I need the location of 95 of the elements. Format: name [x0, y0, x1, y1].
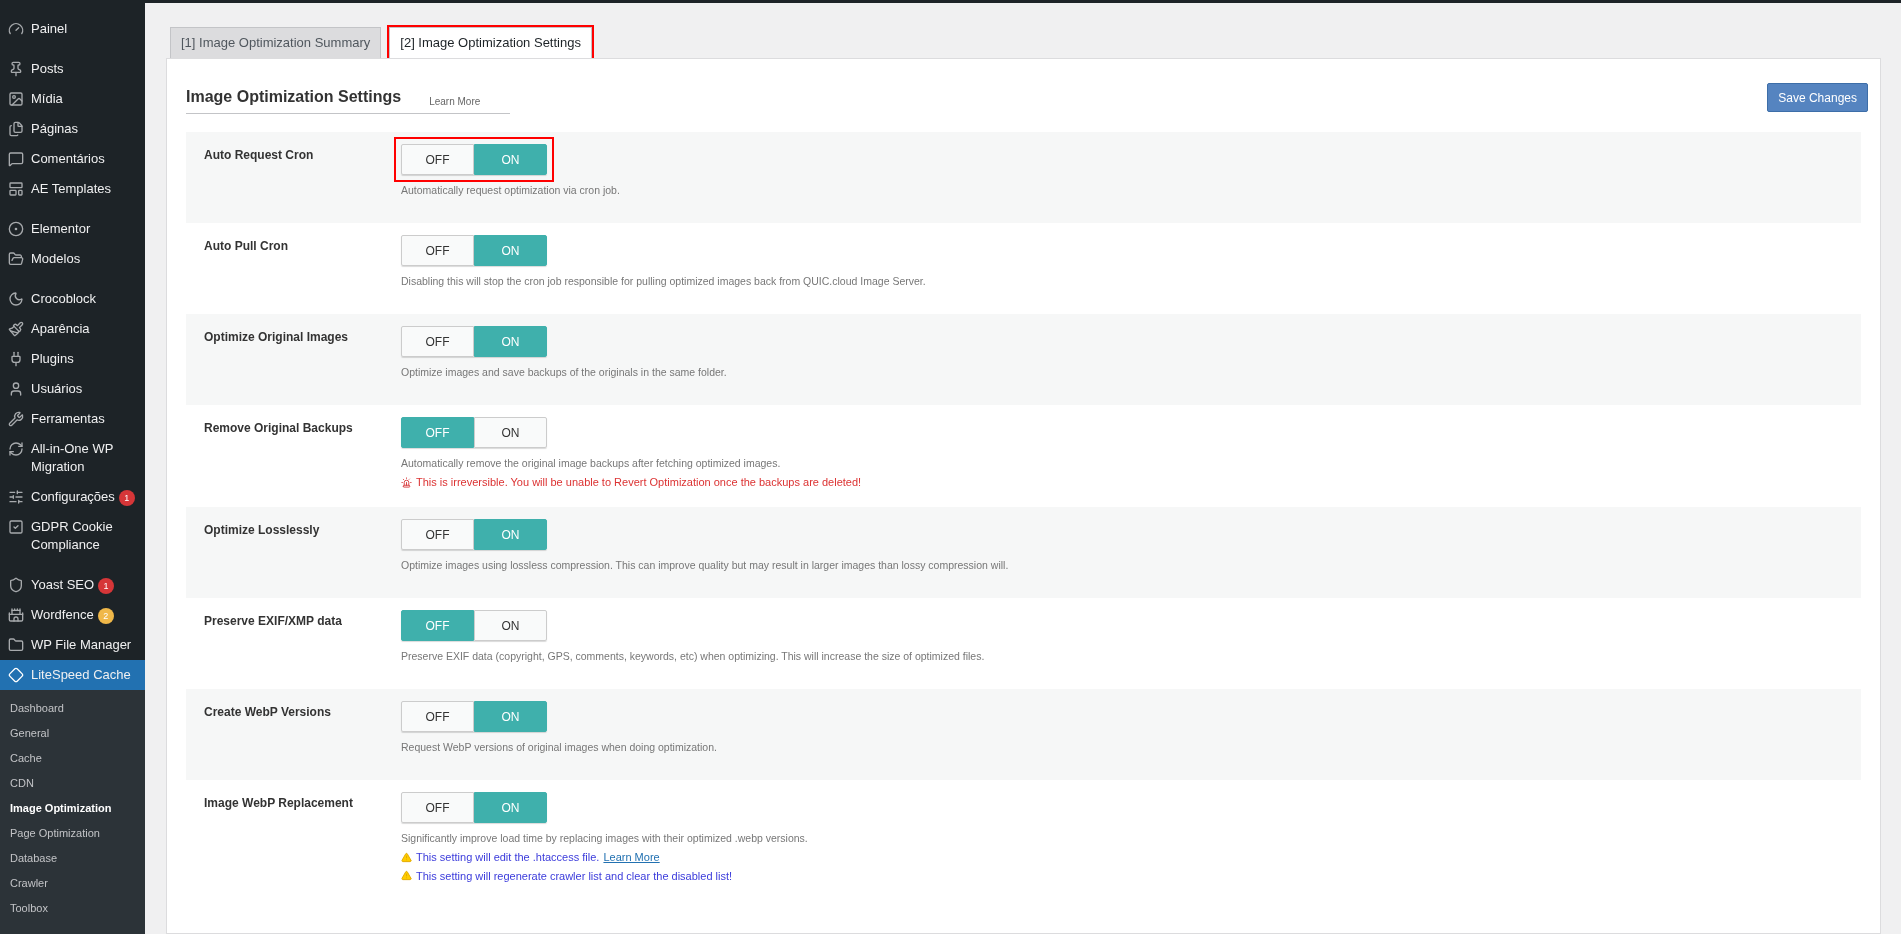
on-option[interactable]: ON — [474, 610, 547, 642]
notification-badge: 1 — [118, 489, 135, 506]
on-off-toggle[interactable]: OFF ON — [401, 235, 547, 266]
sidebar-menu-item[interactable]: Configurações 1 — [0, 482, 145, 512]
learn-more-link[interactable]: Learn More — [603, 849, 660, 866]
diamond-icon — [8, 667, 24, 683]
off-option[interactable]: OFF — [401, 792, 474, 824]
pages-icon — [8, 121, 24, 137]
user-icon — [8, 381, 24, 397]
warning-note: This setting will regenerate crawler list and clear the disabled list! — [416, 868, 733, 884]
setting-description: Request WebP versions of original images when doing optimization. — [401, 740, 717, 756]
on-off-toggle[interactable]: OFF ON — [401, 417, 547, 448]
setting-description: Preserve EXIF data (copyright, GPS, comments, keywords, etc) when optimizing. This will increase the size of optimized files. — [401, 649, 985, 665]
pin-icon — [8, 61, 24, 77]
on-off-toggle[interactable]: OFF ON — [401, 701, 547, 733]
crescent-icon — [8, 291, 24, 307]
sidebar-menu-item[interactable]: Crocoblock — [0, 284, 145, 314]
sidebar-menu-item[interactable]: Painel — [0, 14, 145, 44]
sidebar-submenu-item[interactable]: Crawler — [0, 871, 145, 896]
notification-badge: 1 — [98, 577, 115, 594]
sidebar-submenu-item[interactable]: General — [0, 721, 145, 746]
sidebar-submenu-item[interactable]: Dashboard — [0, 696, 145, 721]
tab[interactable]: [1] Image Optimization Summary — [170, 27, 382, 58]
on-off-toggle[interactable]: OFF ON — [401, 326, 547, 357]
setting-description: Significantly improve load time by replacing images with their optimized .webp versions. — [401, 831, 808, 847]
sidebar-submenu-item[interactable]: Cache — [0, 746, 145, 771]
siren-icon — [401, 476, 412, 488]
setting-description: Optimize images using lossless compression. This can improve quality but may result in larger images than lossy compression will. — [401, 558, 1009, 574]
on-off-toggle[interactable]: OFF ON — [401, 519, 547, 551]
media-icon — [8, 91, 24, 107]
setting-description: Automatically remove the original image backups after fetching optimized images. — [401, 456, 782, 471]
sidebar-menu-item[interactable]: Páginas — [0, 114, 145, 144]
setting-label: Image WebP Replacement — [203, 795, 354, 813]
sidebar-menu-item[interactable]: AE Templates — [0, 174, 145, 204]
folder-icon — [8, 637, 24, 653]
dashboard-icon — [8, 21, 24, 37]
setting-description: Automatically request optimization via cron job. — [401, 183, 620, 198]
learn-more-link[interactable]: Learn More — [429, 94, 481, 109]
sidebar-submenu-item[interactable]: Image Optimization — [0, 796, 145, 821]
sidebar-menu-item[interactable]: LiteSpeed Cache — [0, 660, 145, 690]
sidebar-menu-item[interactable]: Aparência — [0, 314, 145, 344]
setting-label: Auto Pull Cron — [203, 238, 289, 255]
settings-icon — [8, 489, 24, 505]
on-off-toggle[interactable]: OFF ON — [401, 144, 547, 175]
sidebar-submenu-item[interactable]: CDN — [0, 771, 145, 796]
checkbox-icon — [8, 519, 24, 535]
tab[interactable]: [2] Image Optimization Settings — [389, 27, 592, 58]
folder-icon — [8, 251, 24, 267]
plug-icon — [8, 351, 24, 367]
danger-note: This is irreversible. You will be unable to Revert Optimization once the backups are deleted! — [416, 474, 862, 490]
on-off-toggle[interactable]: OFF ON — [401, 792, 547, 824]
sidebar-menu-item[interactable]: Mídia — [0, 84, 145, 114]
setting-description: Disabling this will stop the cron job responsible for pulling optimized images back from QUIC.cloud Image Server. — [401, 274, 926, 289]
off-option[interactable]: OFF — [401, 326, 474, 357]
setting-label: Optimize Losslessly — [203, 522, 321, 540]
warning-icon — [401, 870, 412, 882]
setting-label: Auto Request Cron — [203, 147, 315, 164]
section-title: Image Optimization Settings — [186, 87, 402, 107]
save-changes-button[interactable]: Save Changes — [1767, 83, 1868, 112]
off-option[interactable]: OFF — [401, 701, 474, 733]
sidebar-menu-item[interactable]: GDPR Cookie Compliance — [0, 512, 145, 560]
warning-note: This setting will edit the .htaccess file. — [416, 850, 600, 865]
sidebar-menu-item[interactable]: Yoast SEO 1 — [0, 570, 145, 600]
sidebar-menu-item[interactable]: Modelos — [0, 244, 145, 274]
setting-description: Optimize images and save backups of the originals in the same folder. — [401, 365, 727, 380]
setting-label: Remove Original Backups — [203, 420, 354, 437]
shield-icon — [8, 577, 24, 593]
off-option[interactable]: OFF — [401, 235, 474, 266]
sidebar-menu-item[interactable]: Posts — [0, 54, 145, 84]
brush-icon — [8, 321, 24, 337]
sidebar-menu-item[interactable]: Elementor — [0, 214, 145, 244]
notification-badge: 2 — [97, 607, 114, 624]
sidebar-menu-item[interactable]: Comentários — [0, 144, 145, 174]
off-option[interactable]: OFF — [401, 144, 474, 175]
sidebar-menu-item[interactable]: Wordfence 2 — [0, 600, 145, 630]
circle-logo-icon — [8, 221, 24, 237]
setting-label: Optimize Original Images — [203, 329, 350, 346]
circular-arrow-icon — [8, 441, 24, 457]
sidebar-menu-item[interactable]: Plugins — [0, 344, 145, 374]
template-icon — [8, 181, 24, 197]
sidebar-submenu-item[interactable]: Toolbox — [0, 896, 145, 921]
setting-label: Create WebP Versions — [203, 704, 332, 722]
comment-icon — [8, 151, 24, 167]
sidebar-menu-item[interactable]: Usuários — [0, 374, 145, 404]
wrench-icon — [8, 411, 24, 427]
sidebar-submenu-item[interactable]: Page Optimization — [0, 821, 145, 846]
setting-label: Preserve EXIF/XMP data — [203, 613, 343, 631]
on-off-toggle[interactable]: OFF ON — [401, 610, 547, 642]
off-option[interactable]: OFF — [401, 519, 474, 551]
on-option[interactable]: ON — [474, 417, 547, 448]
sidebar-menu-item[interactable]: All-in-One WP Migration — [0, 434, 145, 482]
sidebar-submenu-item[interactable]: Database — [0, 846, 145, 871]
sidebar-menu-item[interactable]: WP File Manager — [0, 630, 145, 660]
warning-icon — [401, 851, 412, 863]
sidebar-menu-item[interactable]: Ferramentas — [0, 404, 145, 434]
